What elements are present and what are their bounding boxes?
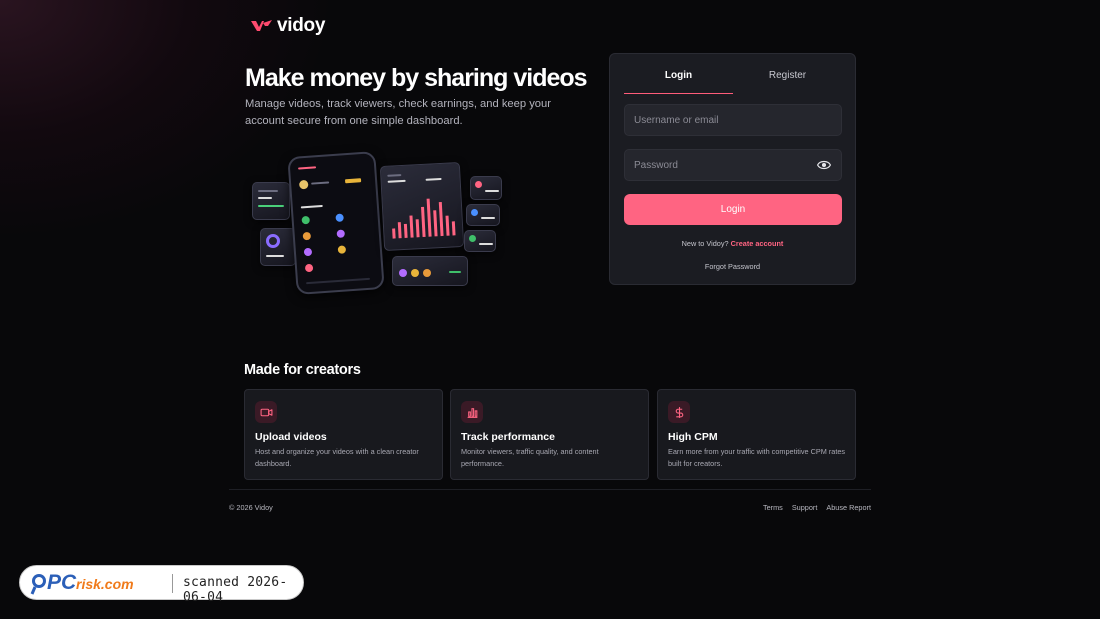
forgot-password-link[interactable]: Forgot Password [610, 262, 855, 271]
illus-card-stat-1 [470, 176, 502, 200]
brand-name: vidoy [277, 15, 326, 36]
feature-card-track: Track performance Monitor viewers, traff… [450, 389, 649, 480]
hero-subtitle: Manage videos, track viewers, check earn… [245, 98, 551, 127]
illus-card-top-content [392, 256, 468, 286]
feature-text: Monitor viewers, traffic quality, and co… [461, 447, 599, 468]
register-prompt-text: New to Vidoy? [681, 239, 729, 248]
hero-title: Make money by sharing videos [245, 64, 588, 92]
auth-panel: Login Register Login New to Vidoy? Creat… [609, 53, 856, 285]
scan-watermark: PC risk.com scanned 2026-06-04 [19, 565, 304, 605]
bar-chart-icon [461, 401, 483, 423]
illus-card-chart [379, 161, 465, 252]
scan-date-text: scanned 2026-06-04 [183, 575, 288, 605]
svg-text:PC: PC [47, 571, 77, 594]
dashboard-illustration [250, 150, 506, 295]
video-icon [255, 401, 277, 423]
footer-link-support[interactable]: Support [792, 503, 818, 512]
feature-title: Upload videos [255, 431, 327, 443]
feature-card-cpm: High CPM Earn more from your traffic wit… [657, 389, 856, 480]
illus-card-ring [260, 228, 296, 266]
brand-logo[interactable]: vidoy [251, 15, 325, 37]
eye-icon[interactable] [817, 158, 831, 172]
create-account-link[interactable]: Create account [731, 239, 784, 248]
footer-link-terms[interactable]: Terms [763, 503, 783, 512]
feature-text: Earn more from your traffic with competi… [668, 447, 846, 468]
tab-login[interactable]: Login [624, 62, 733, 94]
watermark-separator [172, 574, 173, 593]
illus-card-earnings [252, 182, 290, 220]
username-input[interactable] [624, 104, 842, 136]
illus-card-stat-3 [464, 230, 496, 252]
footer-divider [229, 489, 871, 490]
footer-copyright: © 2026 Vidoy [229, 503, 273, 512]
svg-text:risk.com: risk.com [76, 576, 134, 592]
feature-text: Host and organize your videos with a cle… [255, 447, 419, 468]
tab-register[interactable]: Register [733, 62, 842, 94]
password-input[interactable] [624, 149, 842, 181]
vidoy-logo-icon [251, 20, 272, 31]
footer-links: Terms Support Abuse Report [763, 503, 871, 512]
illus-card-stat-2 [466, 204, 500, 226]
footer-link-abuse-report[interactable]: Abuse Report [826, 503, 871, 512]
feature-card-upload: Upload videos Host and organize your vid… [244, 389, 443, 480]
login-button[interactable]: Login [624, 194, 842, 225]
feature-title: High CPM [668, 431, 718, 443]
illus-phone [287, 151, 385, 295]
pcrisk-logo: PC risk.com [30, 570, 152, 596]
feature-title: Track performance [461, 431, 555, 443]
features-title: Made for creators [244, 362, 361, 378]
register-prompt: New to Vidoy? Create account [610, 239, 855, 248]
dollar-icon [668, 401, 690, 423]
auth-tabs: Login Register [624, 62, 842, 94]
